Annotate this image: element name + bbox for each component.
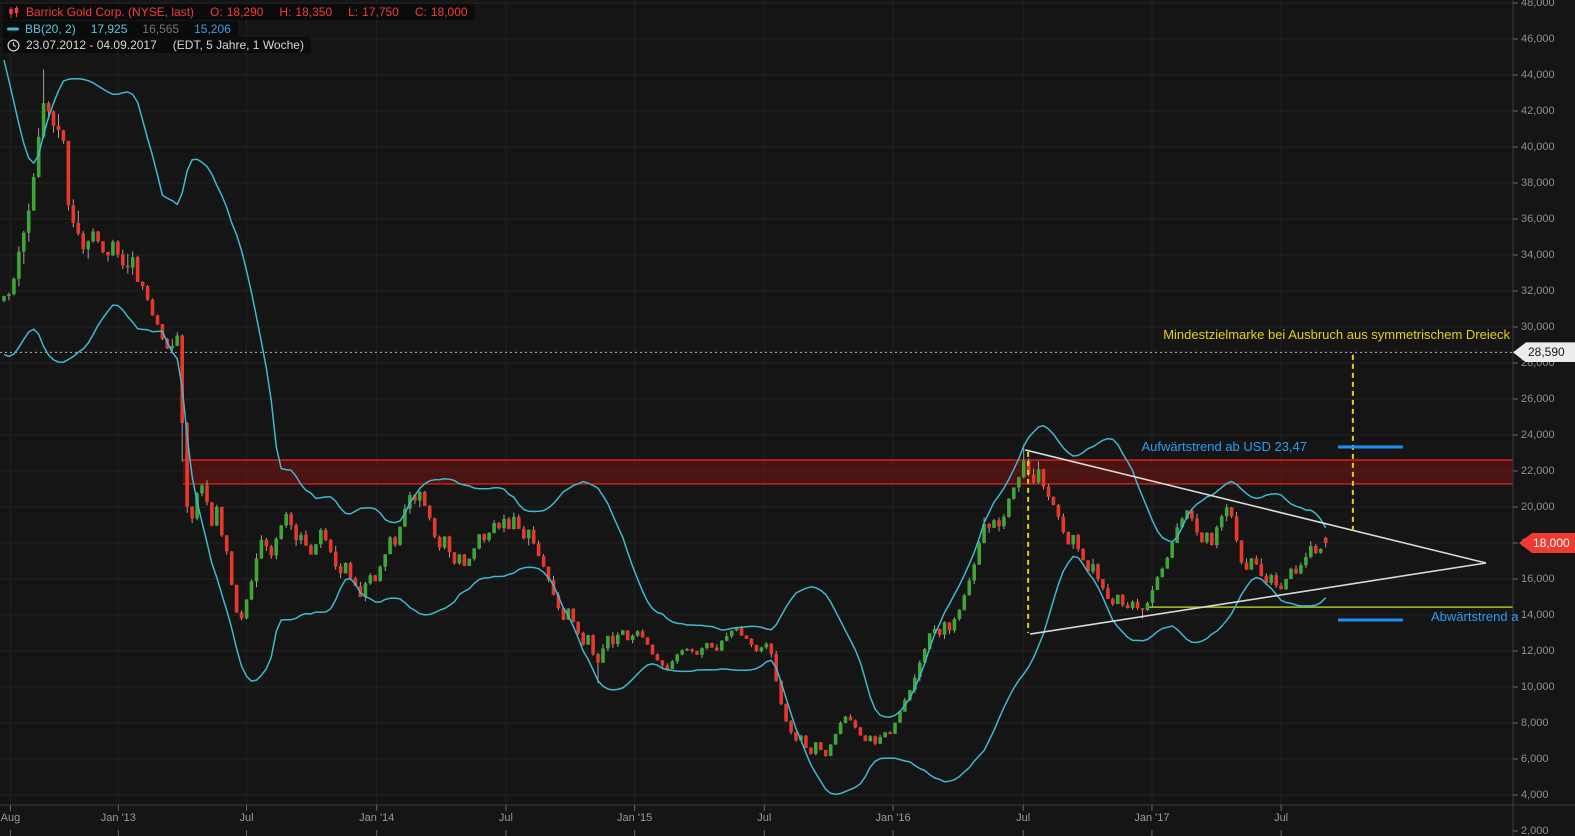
price-tick-label: 2,000: [1521, 825, 1549, 836]
trading-chart-window: 48,000 46,000 44,000 42,000 40,000 38,000 36,0…: [0, 0, 1575, 836]
price-tick-label: 14,000: [1521, 609, 1555, 621]
measurement-lines[interactable]: [1028, 355, 1403, 633]
chart-canvas[interactable]: [0, 0, 1575, 836]
resistance-zone[interactable]: [183, 460, 1513, 484]
price-tick-label: 16,000: [1521, 573, 1555, 585]
downtrend-annotation-text[interactable]: Abwärtstrend a: [1431, 609, 1518, 624]
candlestick-icon: [7, 6, 20, 19]
price-tick-label: 42,000: [1521, 105, 1555, 117]
time-tick-label: Jan '13: [101, 812, 136, 824]
high-value: 18,350: [295, 5, 332, 19]
time-tick-label: Jul: [1016, 812, 1030, 824]
bb-middle-value: 16,565: [142, 22, 179, 36]
price-tick-label: 24,000: [1521, 429, 1555, 441]
indicator-name: BB(20, 2): [25, 22, 76, 36]
price-tick-label: 38,000: [1521, 177, 1555, 189]
price-tick-label: 12,000: [1521, 645, 1555, 657]
candlestick-series[interactable]: [2, 70, 1327, 757]
uptrend-annotation-text[interactable]: Aufwärtstrend ab USD 23,47: [1142, 439, 1307, 454]
range-params: (EDT, 5 Jahre, 1 Woche): [173, 38, 304, 52]
time-tick-label: Jul: [240, 812, 254, 824]
gridlines: [0, 0, 1513, 805]
price-tick-label: 20,000: [1521, 501, 1555, 513]
price-tick-label: 26,000: [1521, 393, 1555, 405]
timeframe-legend[interactable]: 23.07.2012 - 04.09.2017 (EDT, 5 Jahre, 1 …: [3, 37, 311, 53]
time-tick-label: Jul: [1274, 812, 1288, 824]
time-tick-label: Jan '14: [359, 812, 394, 824]
indicator-legend[interactable]: BB(20, 2) 17,925 16,565 15,206: [3, 21, 238, 37]
high-label: H:: [279, 5, 291, 19]
bb-lower-value: 15,206: [194, 22, 231, 36]
target-annotation-text[interactable]: Mindestzielmarke bei Ausbruch aus symmet…: [1163, 327, 1510, 342]
open-value: 18,290: [227, 5, 264, 19]
price-tick-label: 34,000: [1521, 249, 1555, 261]
low-label: L:: [348, 5, 358, 19]
time-tick-label: Jan '15: [617, 812, 652, 824]
close-value: 18,000: [431, 5, 468, 19]
low-value: 17,750: [362, 5, 399, 19]
close-label: C:: [415, 5, 427, 19]
open-label: O:: [210, 5, 223, 19]
price-tick-label: 4,000: [1521, 789, 1549, 801]
time-tick-label: Aug: [1, 812, 21, 824]
price-tick-label: 44,000: [1521, 69, 1555, 81]
instrument-legend[interactable]: Barrick Gold Corp. (NYSE, last) O: 18,290 H…: [3, 4, 475, 20]
price-tick-label: 32,000: [1521, 285, 1555, 297]
price-tick-label: 40,000: [1521, 141, 1555, 153]
time-tick-label: Jan '16: [875, 812, 910, 824]
price-tick-label: 36,000: [1521, 213, 1555, 225]
bollinger-bands[interactable]: [4, 60, 1326, 794]
price-tick-label: 6,000: [1521, 753, 1549, 765]
price-tick-label: 48,000: [1521, 0, 1555, 9]
price-tick-label: 10,000: [1521, 681, 1555, 693]
clock-icon: [7, 39, 20, 52]
bb-upper-value: 17,925: [91, 22, 128, 36]
bb-line-icon: [7, 27, 19, 31]
time-tick-label: Jul: [499, 812, 513, 824]
instrument-name: Barrick Gold Corp. (NYSE, last): [26, 5, 194, 19]
price-tick-label: 8,000: [1521, 717, 1549, 729]
time-tick-label: Jul: [757, 812, 771, 824]
price-tick-label: 22,000: [1521, 465, 1555, 477]
date-range: 23.07.2012 - 04.09.2017: [26, 38, 157, 52]
price-tick-label: 46,000: [1521, 33, 1555, 45]
target-price-tag: 28,590: [1513, 342, 1575, 362]
time-tick-label: Jan '17: [1134, 812, 1169, 824]
price-tick-label: 30,000: [1521, 321, 1555, 333]
